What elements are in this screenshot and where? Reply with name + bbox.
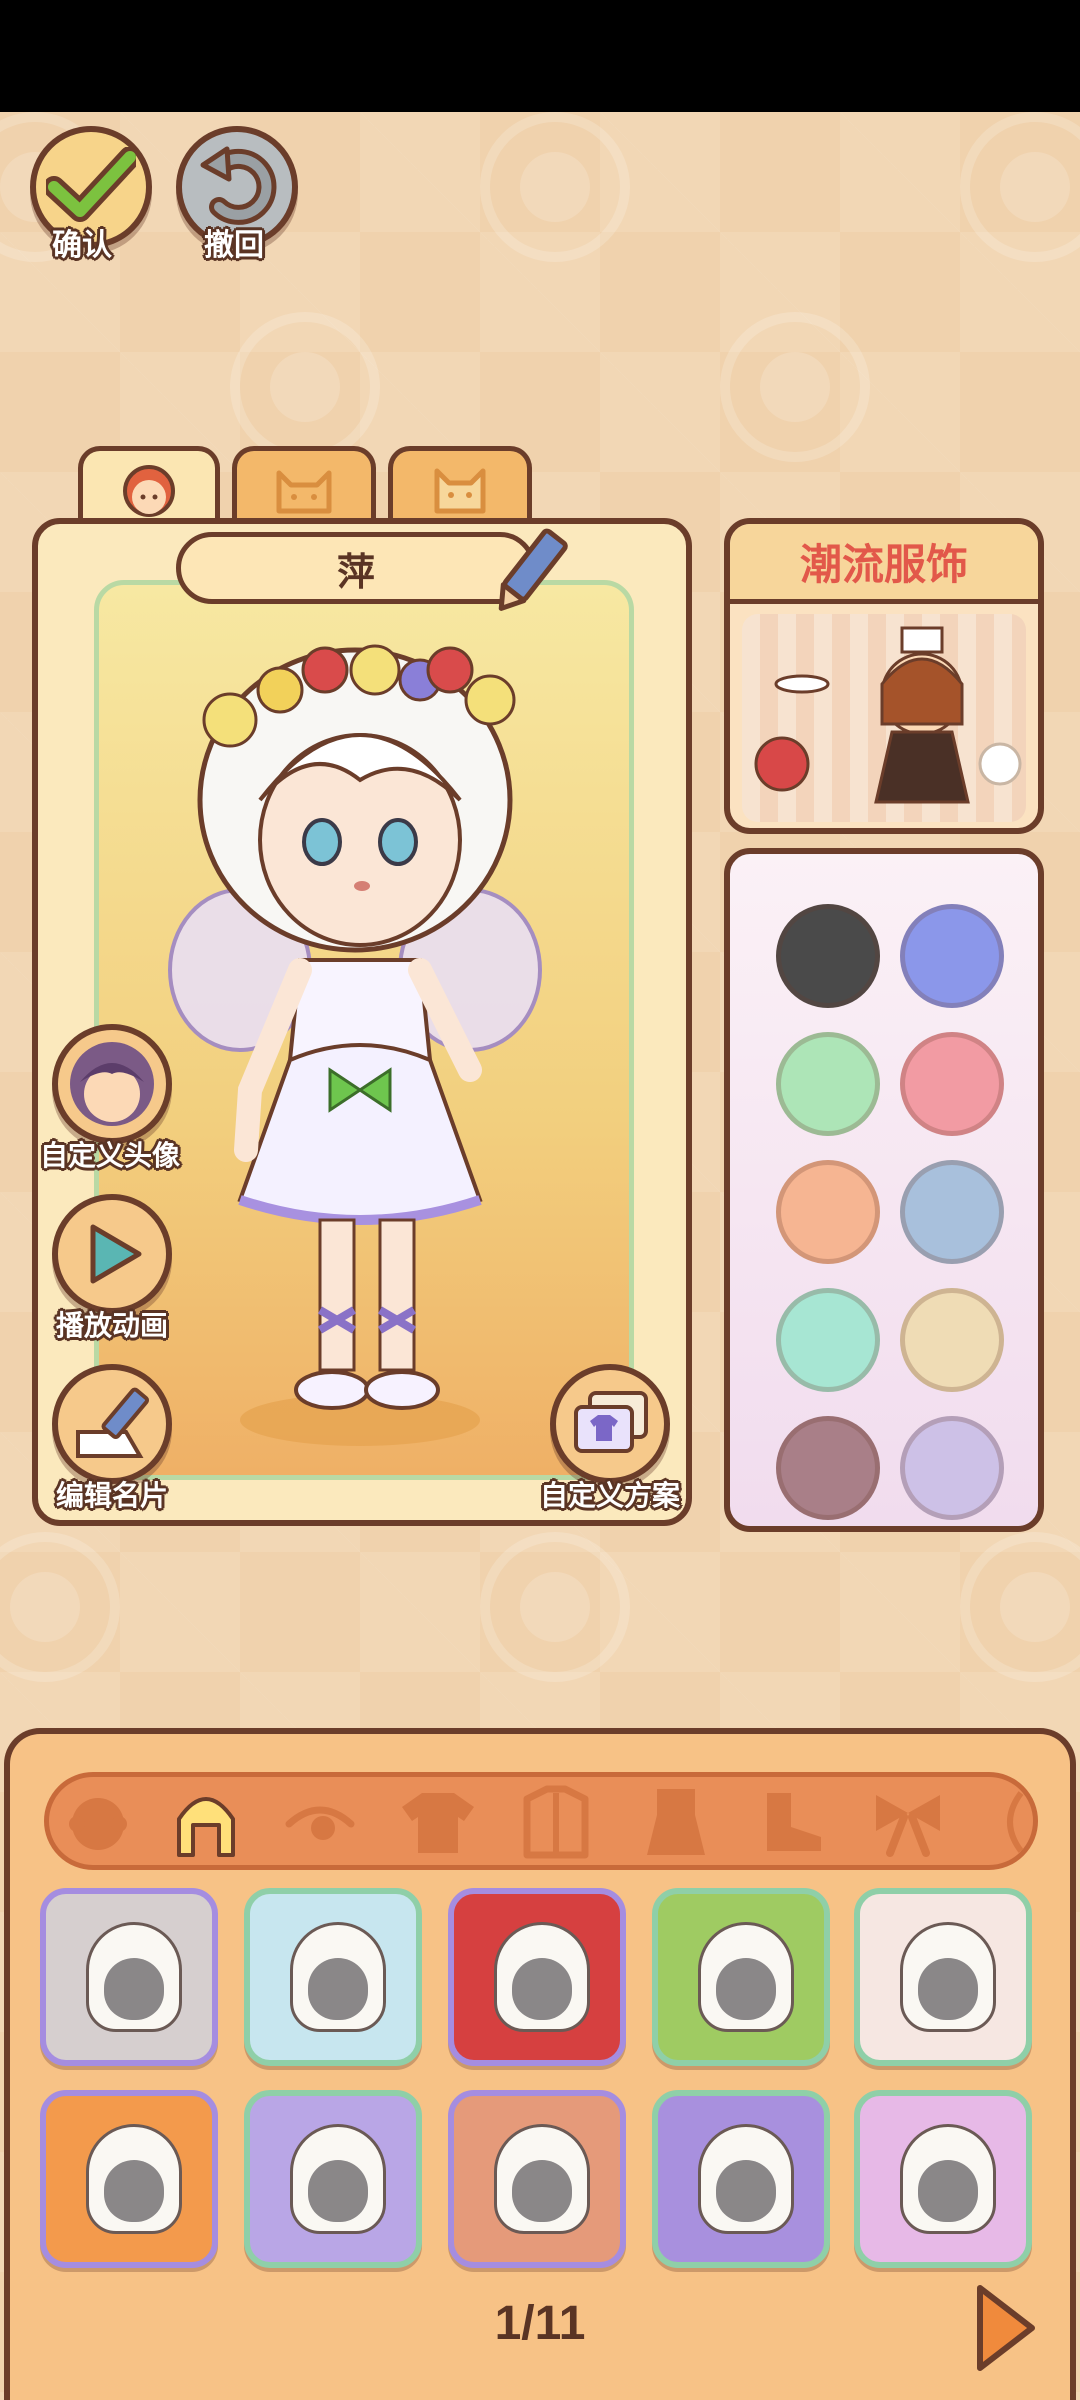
dress-category-tab[interactable] xyxy=(636,1785,716,1859)
hair-model-face xyxy=(918,2160,978,2222)
hair-category-tab[interactable] xyxy=(166,1785,246,1859)
sun-decoration xyxy=(960,112,1080,262)
hair-model-face xyxy=(918,1958,978,2020)
color-swatch-green[interactable] xyxy=(776,1032,880,1136)
play-animation-label: 播放动画 xyxy=(56,1310,169,1341)
character-face-icon xyxy=(123,464,175,517)
color-swatch-mint[interactable] xyxy=(776,1288,880,1392)
hair-item-9[interactable] xyxy=(652,2090,830,2268)
status-bar xyxy=(0,0,1080,112)
hair-model-face xyxy=(104,1958,164,2020)
sun-decoration xyxy=(480,1532,630,1682)
color-swatch-light-blue[interactable] xyxy=(900,1160,1004,1264)
sun-decoration xyxy=(0,1532,120,1682)
next-page-arrow-icon[interactable] xyxy=(972,2282,1038,2374)
hair-item-4[interactable] xyxy=(652,1888,830,2066)
hair-model-face xyxy=(512,2160,572,2222)
confirm-label: 确认 xyxy=(52,229,112,262)
coat-category-icon xyxy=(523,1785,589,1859)
undo-label: 撤回 xyxy=(204,229,264,262)
hair-item-10[interactable] xyxy=(854,2090,1032,2268)
hair-item-6[interactable] xyxy=(40,2090,218,2268)
color-swatch-cream[interactable] xyxy=(900,1288,1004,1392)
shoe-category-icon xyxy=(767,1793,821,1851)
cat-face-icon xyxy=(434,468,486,513)
hair-item-2[interactable] xyxy=(244,1888,422,2066)
waitress-illustration xyxy=(754,626,1022,804)
tab-character[interactable] xyxy=(78,446,220,526)
play-icon xyxy=(90,1224,142,1284)
hair-model-face xyxy=(716,2160,776,2222)
page-indicator: 1/11 xyxy=(494,2297,586,2350)
more-category-icon xyxy=(1007,1791,1024,1853)
cat-face-icon xyxy=(276,470,332,513)
top-category-tab[interactable] xyxy=(398,1785,478,1859)
trendy-fashion-title: 潮流服饰 xyxy=(730,524,1038,604)
color-swatch-peach[interactable] xyxy=(776,1160,880,1264)
custom-outfit-label: 自定义方案 xyxy=(540,1480,681,1511)
dress-category-icon xyxy=(647,1789,705,1855)
custom-avatar-button[interactable] xyxy=(52,1024,172,1144)
color-swatch-pink[interactable] xyxy=(900,1032,1004,1136)
hair-item-8[interactable] xyxy=(448,2090,626,2268)
tab-pet-2[interactable] xyxy=(388,446,532,526)
play-animation-button[interactable] xyxy=(52,1194,172,1314)
hair-item-3[interactable] xyxy=(448,1888,626,2066)
character-sprite xyxy=(168,644,542,1446)
edit-card-button[interactable] xyxy=(52,1364,172,1484)
character-name: 萍 xyxy=(176,532,536,604)
bow-category-tab[interactable] xyxy=(868,1785,948,1859)
color-swatch-black[interactable] xyxy=(776,904,880,1008)
coat-category-tab[interactable] xyxy=(516,1785,596,1859)
color-swatch-mauve[interactable] xyxy=(776,1416,880,1520)
eye-category-tab[interactable] xyxy=(280,1785,360,1859)
hair-model-face xyxy=(308,2160,368,2222)
bow-category-icon xyxy=(876,1795,940,1857)
outfit-cards-icon xyxy=(574,1391,648,1453)
face-category-icon xyxy=(69,1798,127,1850)
face-category-tab[interactable] xyxy=(58,1785,138,1859)
fashion-preview-image xyxy=(742,614,1026,822)
checkmark-icon xyxy=(46,147,136,222)
hair-model-face xyxy=(512,1958,572,2020)
sun-decoration xyxy=(960,1532,1080,1682)
custom-outfit-button[interactable] xyxy=(550,1364,670,1484)
avatar-icon xyxy=(70,1042,154,1126)
hair-item-1[interactable] xyxy=(40,1888,218,2066)
hair-model-face xyxy=(104,2160,164,2222)
hair-model-face xyxy=(716,1958,776,2020)
hair-category-icon xyxy=(177,1797,235,1857)
color-palette-panel xyxy=(724,848,1044,1532)
character-name-text: 萍 xyxy=(336,551,375,594)
color-swatch-lavender[interactable] xyxy=(900,1416,1004,1520)
edit-card-label: 编辑名片 xyxy=(56,1480,169,1511)
tab-pet-1[interactable] xyxy=(232,446,376,526)
hair-model-face xyxy=(308,1958,368,2020)
edit-card-icon xyxy=(76,1387,150,1458)
pencil-edit-icon[interactable] xyxy=(490,520,570,620)
more-category-tab[interactable] xyxy=(990,1785,1030,1859)
hair-item-5[interactable] xyxy=(854,1888,1032,2066)
shoe-category-tab[interactable] xyxy=(752,1785,832,1859)
sun-decoration xyxy=(230,312,380,462)
undo-arrow-icon xyxy=(200,146,277,225)
sun-decoration xyxy=(480,112,630,262)
top-category-icon xyxy=(402,1793,474,1853)
trendy-fashion-card[interactable]: 潮流服饰 xyxy=(724,518,1044,834)
eye-category-icon xyxy=(285,1806,355,1840)
custom-avatar-label: 自定义头像 xyxy=(40,1140,181,1171)
color-swatch-blue[interactable] xyxy=(900,904,1004,1008)
sun-decoration xyxy=(720,312,870,462)
hair-item-7[interactable] xyxy=(244,2090,422,2268)
